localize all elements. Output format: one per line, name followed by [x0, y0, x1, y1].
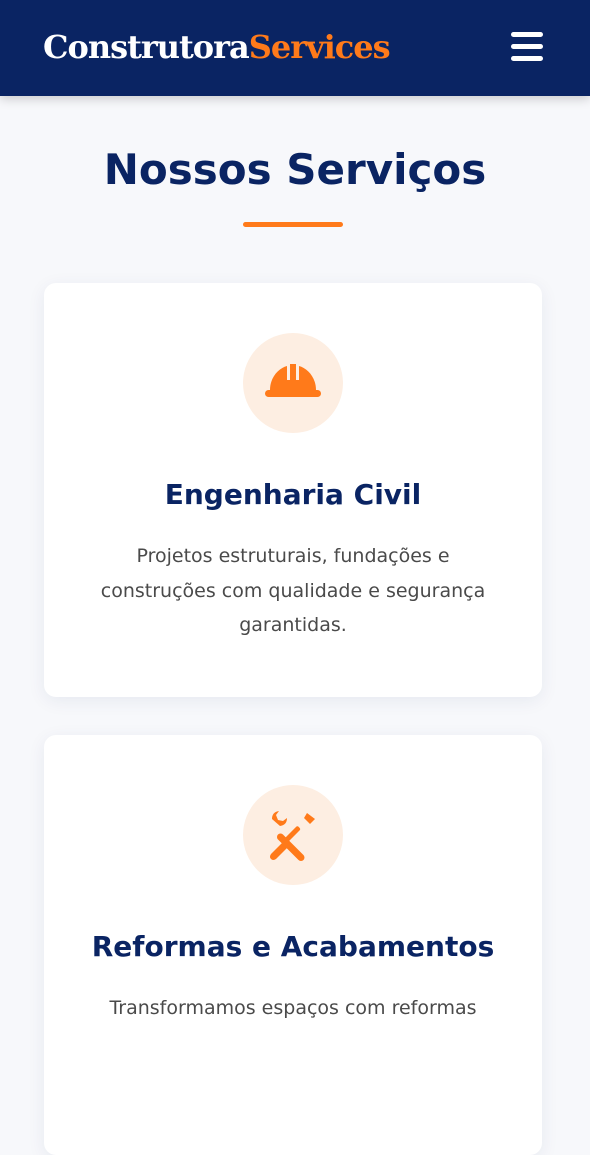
- brand-logo[interactable]: ConstrutoraServices: [43, 25, 391, 69]
- title-underline: [243, 222, 343, 227]
- service-description: Transformamos espaços com reformas: [109, 997, 477, 1019]
- hamburger-menu-icon[interactable]: [507, 28, 547, 66]
- top-navbar: ConstrutoraServices: [0, 0, 590, 96]
- service-icon-circle: [243, 333, 343, 433]
- service-description: Projetos estruturais, fundações e constr…: [100, 545, 486, 636]
- tools-icon: [270, 811, 315, 861]
- service-title: Reformas e Acabamentos: [91, 930, 495, 963]
- brand-name-main: Construtora: [43, 28, 250, 66]
- hard-hat-icon: [265, 364, 321, 397]
- service-card-engenharia-civil: Engenharia Civil Projetos estruturais, f…: [44, 283, 542, 697]
- section-title: Nossos Serviços: [103, 145, 487, 194]
- service-card-reformas: Reformas e Acabamentos Transformamos esp…: [44, 735, 542, 1155]
- service-icon-circle: [243, 785, 343, 885]
- brand-name-accent: Services: [248, 28, 391, 66]
- service-title: Engenharia Civil: [164, 478, 422, 511]
